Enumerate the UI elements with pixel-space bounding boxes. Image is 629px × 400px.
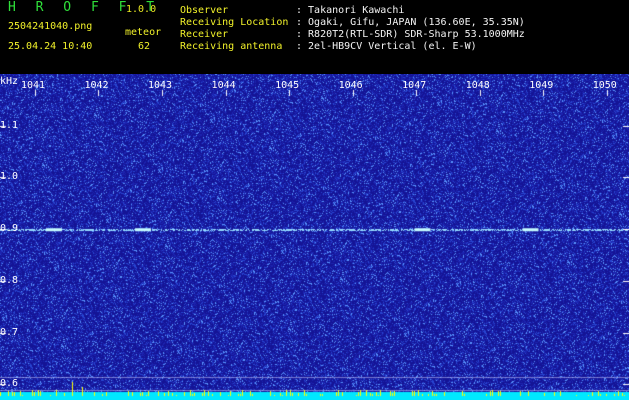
x-tick-label: 1050 xyxy=(592,80,617,91)
spectrogram-canvas xyxy=(0,74,629,400)
location-label: Receiving Location xyxy=(180,17,289,28)
x-tick-label: 1044 xyxy=(211,80,236,91)
x-tick-label: 1043 xyxy=(148,80,173,91)
header-panel: H R O F F T 1.0.0 2504241040.png 25.04.2… xyxy=(0,0,629,74)
y-tick-label: 0.8 xyxy=(0,274,19,286)
antenna-value: : 2el-HB9CV Vertical (el. E-W) xyxy=(296,41,477,52)
receiver-label: Receiver xyxy=(180,29,229,40)
y-tick-label: 1.1 xyxy=(0,119,19,131)
x-tick-label: 1047 xyxy=(402,80,427,91)
y-axis-label: kHz xyxy=(0,76,19,87)
x-tick-label: 1046 xyxy=(338,80,363,91)
meteor-count: 62 xyxy=(138,41,151,52)
y-tick-label: 0.7 xyxy=(0,326,19,338)
observer-value: : Takanori Kawachi xyxy=(296,5,405,16)
file-name: 2504241040.png xyxy=(8,21,93,32)
x-tick-label: 1049 xyxy=(529,80,554,91)
meteor-label: meteor xyxy=(125,27,162,38)
location-value: : Ogaki, Gifu, JAPAN (136.60E, 35.35N) xyxy=(296,17,525,28)
app-version: 1.0.0 xyxy=(126,4,157,15)
antenna-label: Receiving antenna xyxy=(180,41,283,52)
capture-datetime: 25.04.24 10:40 xyxy=(8,41,93,52)
observer-label: Observer xyxy=(180,5,229,16)
x-tick-label: 1041 xyxy=(20,80,46,91)
x-tick-label: 1042 xyxy=(84,80,109,91)
y-tick-label: 0.9 xyxy=(0,223,19,235)
y-tick-label: 1.0 xyxy=(0,171,19,183)
x-tick-label: 1045 xyxy=(275,80,300,91)
receiver-value: : R820T2(RTL-SDR) SDR-Sharp 53.1000MHz xyxy=(296,29,525,40)
x-tick-label: 1048 xyxy=(465,80,490,91)
y-tick-label: 0.6 xyxy=(0,378,19,390)
